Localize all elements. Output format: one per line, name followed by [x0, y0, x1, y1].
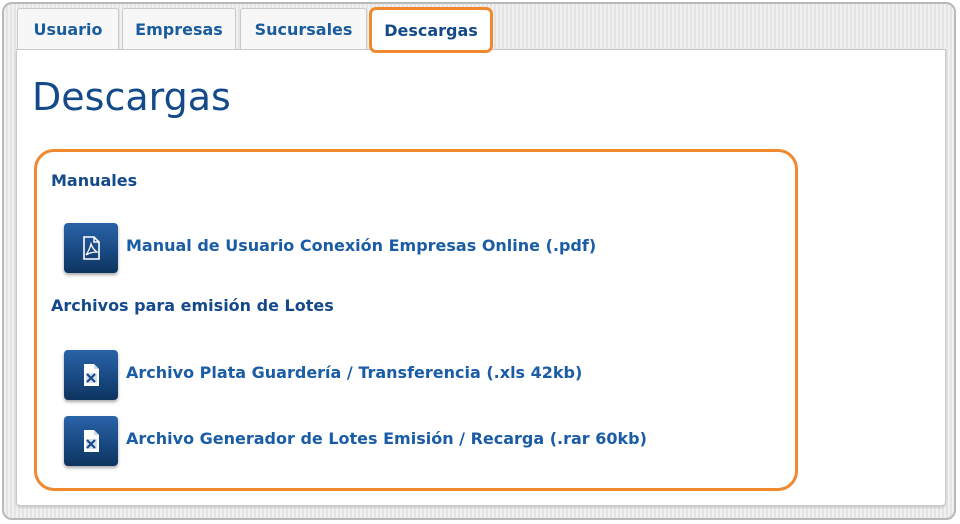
- tab-descargas[interactable]: Descargas: [369, 7, 493, 53]
- section-heading-manuales: Manuales: [51, 171, 138, 190]
- excel-icon[interactable]: [64, 416, 118, 466]
- download-link-archivo-generador[interactable]: Archivo Generador de Lotes Emisión / Rec…: [126, 429, 647, 448]
- section-heading-archivos-lotes: Archivos para emisión de Lotes: [51, 296, 334, 315]
- tab-usuario[interactable]: Usuario: [17, 8, 119, 49]
- download-link-archivo-plata[interactable]: Archivo Plata Guardería / Transferencia …: [126, 363, 582, 382]
- pdf-icon[interactable]: [64, 223, 118, 273]
- page-title: Descargas: [32, 75, 231, 119]
- excel-icon[interactable]: [64, 350, 118, 400]
- tab-sucursales[interactable]: Sucursales: [240, 8, 367, 49]
- download-link-manual-usuario[interactable]: Manual de Usuario Conexión Empresas Onli…: [126, 236, 596, 255]
- tab-empresas[interactable]: Empresas: [122, 8, 236, 49]
